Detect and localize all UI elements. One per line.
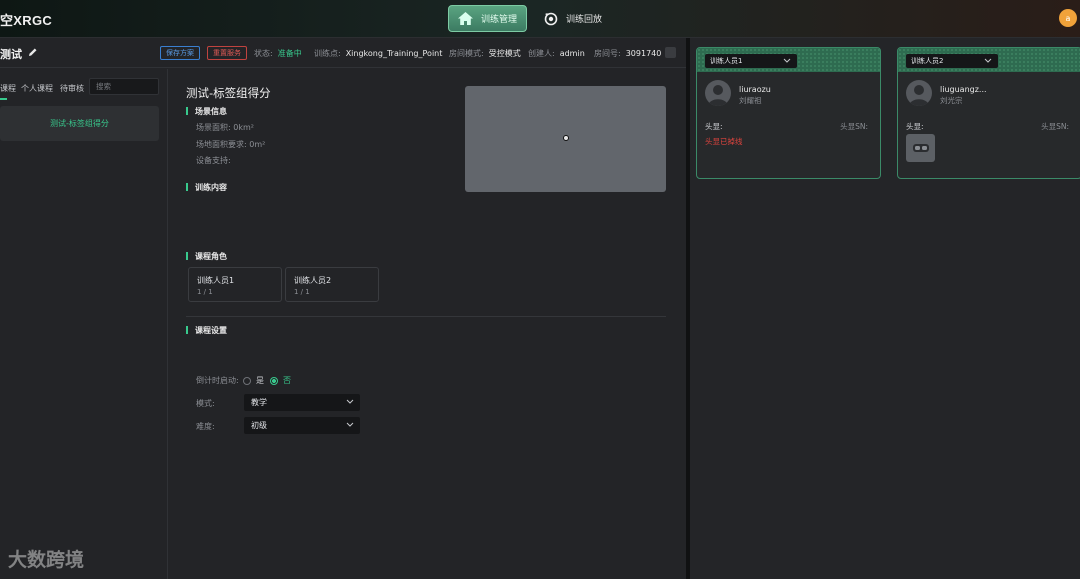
countdown-label: 倒计时启动: [196,376,239,385]
nav-training-manage[interactable]: 训练管理 [448,5,527,32]
chevron-down-icon [984,58,992,63]
room-mode-info: 房间模式: 受控模式 [449,49,521,58]
role-select-value: 训练人员1 [710,57,743,65]
tab-courses[interactable]: 课程 [0,83,16,94]
course-list-panel: 课程 个人课程 待审核 搜索 测试-标签组得分 [0,69,168,579]
chevron-down-icon [346,422,354,427]
course-title: 测试-标签组得分 [186,86,271,100]
course-settings-heading: 课程设置 [186,325,227,336]
creator-value: admin [559,49,585,58]
user-icon [909,85,929,106]
mode-select-value: 教学 [251,398,267,407]
countdown-no-radio[interactable] [270,377,278,385]
nav-training-manage-label: 训练管理 [481,15,518,25]
mode-select[interactable]: 教学 [244,394,360,411]
training-content-heading: 训练内容 [186,182,227,193]
trainee-realname: 刘耀祖 [739,96,762,105]
search-input[interactable]: 搜索 [89,78,159,95]
trainee-card-header: 训练人员2 [898,48,1080,72]
countdown-no-label[interactable]: 否 [283,375,291,386]
trainee-card-header: 训练人员1 [697,48,880,72]
vr-headset-icon [906,134,935,162]
countdown-yes-radio[interactable] [243,377,251,385]
scene-info-heading: 场景信息 [186,106,227,117]
difficulty-select[interactable]: 初级 [244,417,360,434]
trainee-card: 训练人员2 liuguangz... 刘光宗 头显: 头显SN: [897,47,1080,179]
save-plan-button[interactable]: 保存方案 [160,46,200,60]
role-count: 1 / 1 [197,288,213,296]
room-mode-value: 受控模式 [488,49,521,58]
tab-personal-courses[interactable]: 个人课程 [21,83,53,94]
mode-label: 模式: [196,399,215,408]
headset-label: 头显: [705,122,723,131]
room-number-info: 房间号: 3091740 [594,49,662,58]
scene-preview-image [465,86,666,192]
headset-sn-label: 头显SN: [840,122,868,131]
status-info: 状态: 准备中 [254,49,302,58]
active-tab-indicator [0,98,7,100]
role-select-value: 训练人员2 [911,57,944,65]
reset-service-button[interactable]: 重置服务 [207,46,247,60]
role-select[interactable]: 训练人员1 [705,54,797,68]
home-icon [458,12,473,25]
course-list-item[interactable]: 测试-标签组得分 [0,106,159,141]
section-divider [186,316,666,317]
training-point-info: 训练点: Xingkong_Training_Point [314,49,443,58]
status-value: 准备中 [277,49,302,58]
project-title: 测试 [0,48,22,61]
watermark: 大数跨境 [8,549,85,571]
user-avatar[interactable]: a [1059,9,1077,27]
difficulty-label: 难度: [196,422,215,431]
edit-icon[interactable] [28,47,38,57]
role-card[interactable]: 训练人员1 1 / 1 [188,267,282,302]
replay-icon [544,12,558,25]
trainee-realname: 刘光宗 [940,96,963,105]
trainee-card: 训练人员1 liuraozu 刘耀祖 头显: 头显SN: 头显已掉线 [696,47,881,179]
difficulty-select-value: 初级 [251,421,267,430]
role-select[interactable]: 训练人员2 [906,54,998,68]
headset-sn-label: 头显SN: [1041,122,1069,131]
top-bar: 空XRGC 训练管理 训练回放 a [0,0,1080,38]
nav-training-replay[interactable]: 训练回放 [535,5,615,32]
role-name: 训练人员2 [294,276,332,285]
course-detail: 测试-标签组得分 场景信息 场景面积: 0km² 场地面积要求: 0m² 设备支… [168,69,686,579]
floor-area-requirement: 场地面积要求: 0m² [196,140,266,149]
user-icon [708,85,728,106]
room-number-value: 3091740 [625,49,662,58]
course-roles-heading: 课程角色 [186,251,227,262]
device-support: 设备支持: [196,156,231,165]
trainee-panel: 训练人员1 liuraozu 刘耀祖 头显: 头显SN: 头显已掉线 训练人员2… [690,38,1080,579]
preview-marker [563,135,569,141]
trainee-username: liuraozu [739,85,771,94]
role-name: 训练人员1 [197,276,235,285]
headset-offline-status: 头显已掉线 [705,137,743,146]
nav-training-replay-label: 训练回放 [566,15,603,25]
headset-label: 头显: [906,122,924,131]
scene-area: 场景面积: 0km² [196,123,254,132]
avatar [705,80,731,106]
room-info-bar: 测试 保存方案 重置服务 状态: 准备中 训练点: Xingkong_Trainin… [0,38,686,68]
role-card[interactable]: 训练人员2 1 / 1 [285,267,379,302]
chevron-down-icon [346,399,354,404]
tab-pending-review[interactable]: 待审核 [60,83,84,94]
avatar [906,80,932,106]
creator-info: 创建人: admin [528,49,585,58]
role-count: 1 / 1 [294,288,310,296]
trainee-username: liuguangz... [940,85,987,94]
app-logo: 空XRGC [0,13,53,28]
copy-icon[interactable] [665,47,676,58]
countdown-yes-label[interactable]: 是 [256,375,264,386]
chevron-down-icon [783,58,791,63]
training-point-value: Xingkong_Training_Point [345,49,443,58]
training-manage-panel: 测试 保存方案 重置服务 状态: 准备中 训练点: Xingkong_Trainin… [0,38,686,579]
